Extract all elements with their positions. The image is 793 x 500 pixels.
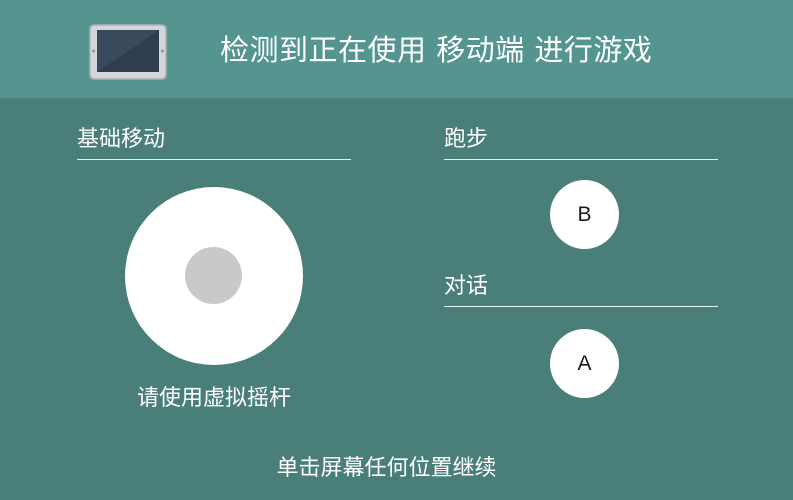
- joystick-knob[interactable]: [185, 247, 242, 304]
- talk-section-label: 对话: [444, 274, 489, 299]
- page-title: 检测到正在使用 移动端 进行游戏: [220, 33, 653, 67]
- run-section-label: 跑步: [444, 127, 489, 152]
- talk-divider: [444, 306, 718, 307]
- joystick-hint: 请使用虚拟摇杆: [136, 386, 291, 411]
- tap-to-continue-hint[interactable]: 单击屏幕任何位置继续: [0, 450, 773, 482]
- movement-divider: [77, 159, 351, 160]
- run-divider: [444, 159, 718, 160]
- talk-a-button[interactable]: A: [550, 329, 619, 398]
- run-b-button[interactable]: B: [550, 180, 619, 249]
- movement-section-label: 基础移动: [77, 127, 166, 152]
- header-bar: 检测到正在使用 移动端 进行游戏: [0, 0, 793, 98]
- tablet-icon: [89, 24, 167, 80]
- virtual-joystick[interactable]: [125, 187, 303, 365]
